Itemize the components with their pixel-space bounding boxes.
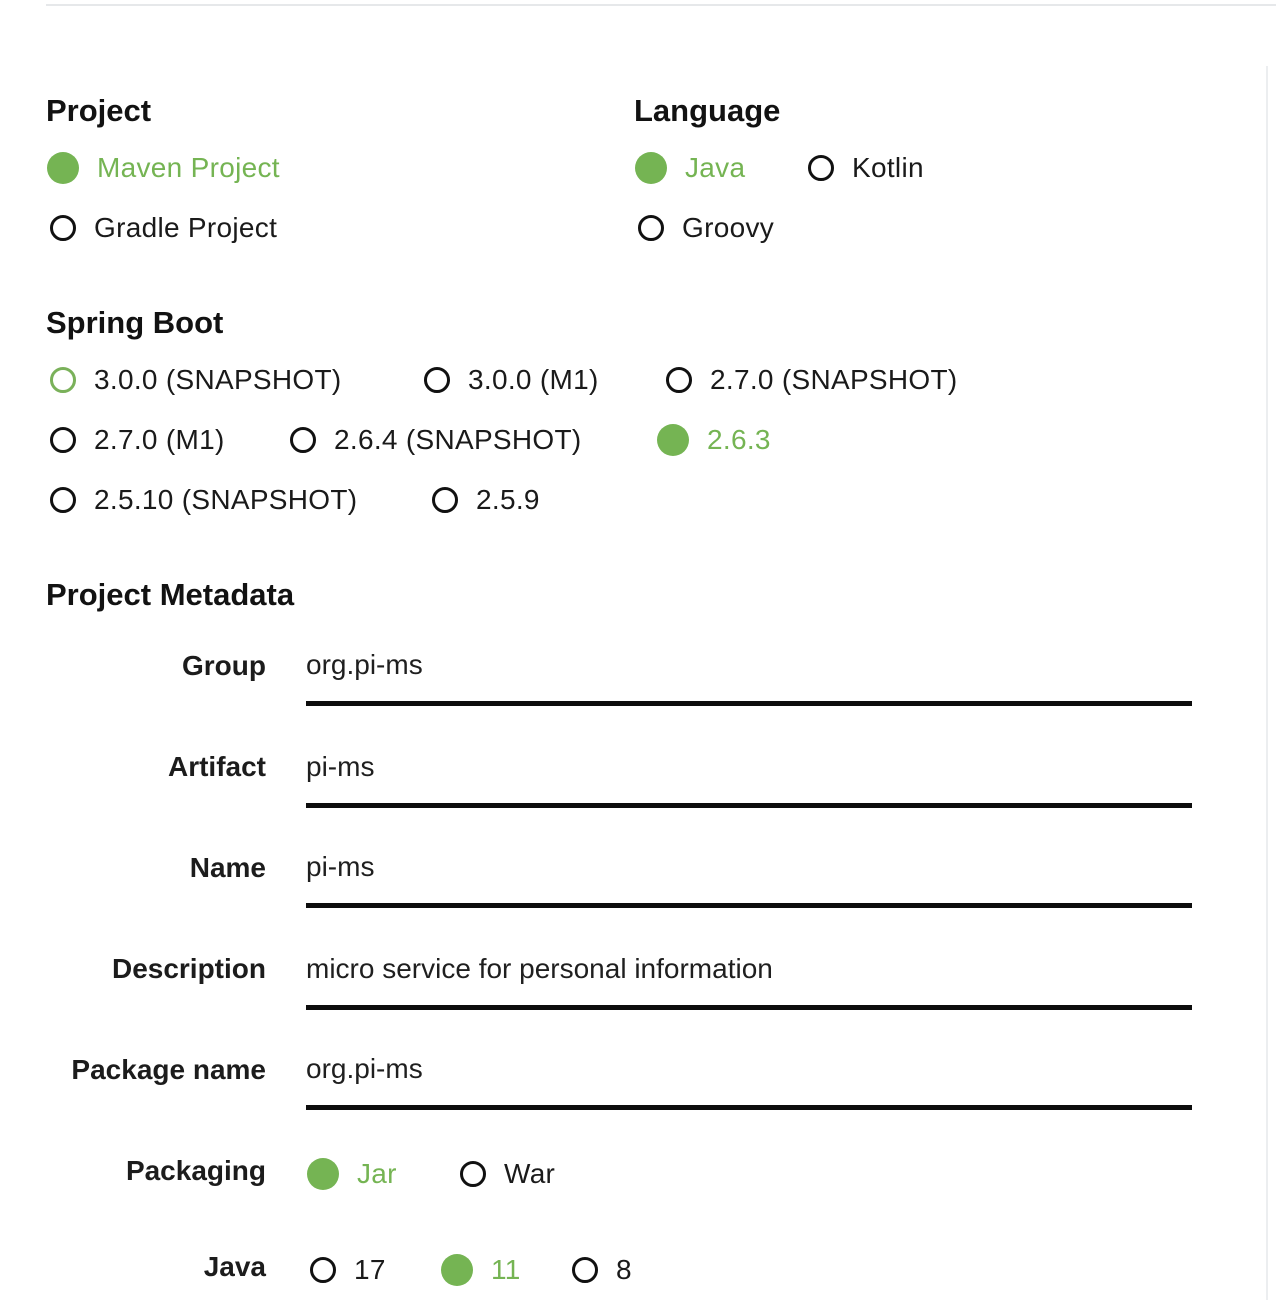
group-input[interactable] bbox=[306, 648, 1192, 706]
radio-label: 17 bbox=[354, 1254, 386, 1285]
radio-unselected-icon bbox=[572, 1257, 598, 1283]
radio-selected-icon bbox=[635, 152, 667, 184]
language-heading: Language bbox=[634, 93, 781, 128]
radio-boot-3.0.0-m1[interactable]: 3.0.0 (M1) bbox=[422, 360, 599, 400]
radio-groovy-language[interactable]: Groovy bbox=[636, 208, 774, 248]
radio-unselected-icon bbox=[460, 1161, 486, 1187]
radio-unselected-icon bbox=[638, 215, 664, 241]
radio-label: 2.6.4 (SNAPSHOT) bbox=[334, 424, 582, 455]
package-name-label: Package name bbox=[71, 1054, 266, 1085]
radio-unselected-icon bbox=[290, 427, 316, 453]
radio-unselected-icon bbox=[50, 487, 76, 513]
radio-label: Jar bbox=[357, 1158, 397, 1189]
radio-unselected-icon bbox=[310, 1257, 336, 1283]
radio-java-11[interactable]: 11 bbox=[441, 1250, 521, 1290]
description-input[interactable] bbox=[306, 952, 1192, 1010]
name-input[interactable] bbox=[306, 850, 1192, 908]
radio-boot-2.7.0-snapshot[interactable]: 2.7.0 (SNAPSHOT) bbox=[664, 360, 958, 400]
radio-boot-2.6.3[interactable]: 2.6.3 bbox=[657, 420, 771, 460]
radio-label: 2.7.0 (M1) bbox=[94, 424, 225, 455]
radio-unselected-icon bbox=[808, 155, 834, 181]
radio-label: 3.0.0 (M1) bbox=[468, 364, 599, 395]
radio-packaging-war[interactable]: War bbox=[458, 1154, 555, 1194]
radio-java-8[interactable]: 8 bbox=[570, 1250, 632, 1290]
radio-selected-icon bbox=[657, 424, 689, 456]
radio-unselected-icon bbox=[666, 367, 692, 393]
radio-selected-icon bbox=[441, 1254, 473, 1286]
radio-label: Java bbox=[685, 152, 746, 183]
project-metadata-heading: Project Metadata bbox=[46, 577, 295, 612]
radio-boot-2.5.10-snapshot[interactable]: 2.5.10 (SNAPSHOT) bbox=[48, 480, 357, 520]
project-heading: Project bbox=[46, 93, 152, 128]
radio-kotlin-language[interactable]: Kotlin bbox=[806, 148, 924, 188]
radio-label: Gradle Project bbox=[94, 212, 278, 243]
radio-boot-3.0.0-snapshot[interactable]: 3.0.0 (SNAPSHOT) bbox=[48, 360, 342, 400]
radio-boot-2.7.0-m1[interactable]: 2.7.0 (M1) bbox=[48, 420, 225, 460]
radio-label: 8 bbox=[616, 1254, 632, 1285]
radio-label: 2.7.0 (SNAPSHOT) bbox=[710, 364, 958, 395]
radio-label: 2.5.10 (SNAPSHOT) bbox=[94, 484, 358, 515]
radio-label: 3.0.0 (SNAPSHOT) bbox=[94, 364, 342, 395]
radio-label: Maven Project bbox=[97, 152, 280, 183]
packaging-label: Packaging bbox=[125, 1155, 266, 1186]
radio-boot-2.6.4-snapshot[interactable]: 2.6.4 (SNAPSHOT) bbox=[288, 420, 582, 460]
package-name-input[interactable] bbox=[306, 1052, 1192, 1110]
radio-label: 2.5.9 bbox=[476, 484, 540, 515]
java-label: Java bbox=[203, 1251, 266, 1282]
group-label: Group bbox=[182, 650, 266, 681]
radio-selected-icon bbox=[47, 152, 79, 184]
radio-label: Kotlin bbox=[852, 152, 924, 183]
top-divider bbox=[46, 4, 1276, 6]
radio-unselected-icon bbox=[50, 427, 76, 453]
radio-packaging-jar[interactable]: Jar bbox=[307, 1154, 397, 1194]
radio-maven-project[interactable]: Maven Project bbox=[47, 148, 280, 188]
radio-focused-icon bbox=[50, 367, 76, 393]
artifact-input[interactable] bbox=[306, 750, 1192, 808]
right-divider bbox=[1266, 66, 1268, 1300]
radio-unselected-icon bbox=[432, 487, 458, 513]
spring-boot-heading: Spring Boot bbox=[46, 305, 224, 340]
radio-label: 2.6.3 bbox=[707, 424, 771, 455]
radio-label: 11 bbox=[491, 1254, 521, 1285]
radio-unselected-icon bbox=[424, 367, 450, 393]
radio-unselected-icon bbox=[50, 215, 76, 241]
radio-label: Groovy bbox=[682, 212, 775, 243]
name-label: Name bbox=[189, 852, 266, 883]
artifact-label: Artifact bbox=[167, 751, 266, 782]
description-label: Description bbox=[111, 953, 266, 984]
radio-gradle-project[interactable]: Gradle Project bbox=[48, 208, 277, 248]
radio-java-language[interactable]: Java bbox=[635, 148, 746, 188]
radio-java-17[interactable]: 17 bbox=[308, 1250, 386, 1290]
radio-label: War bbox=[504, 1158, 556, 1189]
radio-boot-2.5.9[interactable]: 2.5.9 bbox=[430, 480, 540, 520]
radio-selected-icon bbox=[307, 1158, 339, 1190]
